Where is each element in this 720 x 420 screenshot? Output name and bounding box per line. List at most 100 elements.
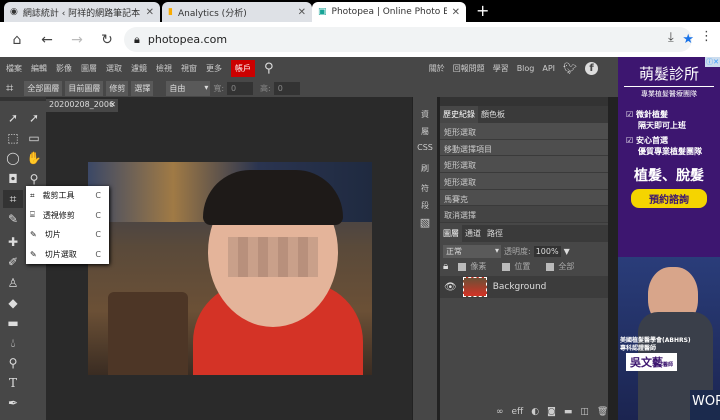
brush-icon[interactable]: ✐ [3,253,23,271]
path-select-icon[interactable]: ➚ [24,109,44,127]
flyout-slice-select[interactable]: ✎ 切片選取 C [26,245,109,265]
panel-paragraph[interactable]: 段 [413,200,437,211]
flyout-crop-tool[interactable]: ⌗ 裁剪工具 C [26,186,109,206]
crop-tool-icon[interactable]: ⌗ [3,190,23,208]
clone-stamp-icon[interactable]: ♙ [3,274,23,292]
dodge-icon[interactable]: ⚲ [3,354,23,372]
lasso-tool-icon[interactable]: ◯ [3,149,23,167]
eraser-icon[interactable]: ◆ [3,294,23,312]
flyout-perspective-crop[interactable]: ⌸ 透視修剪 C [26,206,109,226]
mask-icon[interactable]: ◙ [547,407,556,417]
history-item[interactable]: 矩形選取 [440,123,608,140]
type-tool-icon[interactable]: T [3,374,23,392]
history-item[interactable]: 矩形選取 [440,173,608,190]
close-icon[interactable]: ✕ [452,7,460,18]
pen-tool-icon[interactable]: ✒ [3,394,23,412]
home-icon[interactable]: ⌂ [2,32,32,48]
marquee-tool-icon[interactable]: ⬚ [3,129,23,147]
browser-tab[interactable]: ◉ 網誌統計 ‹ 阿祥的網路筆記本 - ✕ [4,2,160,22]
menu-window[interactable]: 視窗 [181,63,197,74]
close-icon[interactable]: ✕ [109,100,116,109]
select-button[interactable]: 選擇 [131,80,154,96]
ratio-select[interactable]: 自由 ▾ [166,80,211,96]
browser-tab[interactable]: ▮ Analytics (分析) ✕ [162,2,312,22]
panel-character[interactable]: 符 [413,183,437,194]
link-icon[interactable]: ∞ [496,407,504,417]
eyedropper-icon[interactable]: ✎ [3,210,23,228]
healing-brush-icon[interactable]: ✚ [3,233,23,251]
menu-view[interactable]: 檢視 [156,63,172,74]
document-tab[interactable]: 20200208_2006 ✕ [46,99,118,112]
tab-history[interactable]: 歷史紀錄 [440,106,478,123]
reload-icon[interactable]: ↻ [92,32,122,48]
eye-icon[interactable]: 👁︎ [444,282,457,293]
advertisement[interactable]: 萌髮診所 專業植髮醫療團隊 ☑ 微針植髮 隔天即可上班 ☑ 安心首選 優質專業植… [618,57,720,420]
opacity-input[interactable]: 100% [533,246,561,258]
current-layer-button[interactable]: 目前圖層 [65,80,104,96]
star-icon[interactable]: ★ [682,32,694,47]
menu-about[interactable]: 關於 [429,63,445,74]
gradient-icon[interactable]: ▬ [3,314,23,332]
forward-icon[interactable]: → [62,32,92,48]
effects-button[interactable]: eff [512,407,524,417]
menu-report[interactable]: 回報問題 [453,63,485,74]
lock-pixels-checkbox[interactable] [458,262,467,271]
lock-all-checkbox[interactable] [546,262,555,271]
twitter-icon[interactable]: 🐦︎ [563,62,577,75]
trim-button[interactable]: 修剪 [106,80,129,96]
adjustment-icon[interactable]: ◐ [531,407,539,417]
account-button[interactable]: 帳戶 [231,59,255,77]
menu-image[interactable]: 影像 [56,63,72,74]
search-icon[interactable]: ⚲ [264,61,274,76]
move-tool-icon[interactable]: ➚ [3,109,23,127]
panel-brush[interactable]: 刷 [413,163,437,174]
menu-learn[interactable]: 學習 [493,63,509,74]
triangle-down-icon[interactable]: ▼ [564,247,570,256]
close-icon[interactable]: ✕ [146,7,154,18]
rectangle-tool-icon[interactable]: ▭ [24,129,44,147]
tab-channels[interactable]: 通道 [462,225,484,243]
trash-icon[interactable]: 🗑︎ [597,407,608,417]
image-icon[interactable]: ▧ [413,216,437,229]
menu-filter[interactable]: 濾鏡 [131,63,147,74]
url-field[interactable]: 🔒︎ photopea.com ★ [124,27,694,52]
menu-api[interactable]: API [542,64,555,73]
panel-info[interactable]: 資 [413,109,437,120]
ad-cta-button[interactable]: 預約諮詢 [631,189,707,208]
hand-tool-icon[interactable]: ✋ [24,149,44,167]
history-item[interactable]: 矩形選取 [440,156,608,174]
menu-edit[interactable]: 編輯 [31,63,47,74]
back-icon[interactable]: ← [32,32,62,48]
width-input[interactable]: 0 [227,81,254,95]
blur-icon[interactable]: 💧︎ [3,334,23,352]
download-icon[interactable]: ⤓ [668,30,674,45]
history-item[interactable]: 移動選擇項目 [440,139,608,157]
browser-tab-active[interactable]: ▣ Photopea | Online Photo Edi ✕ [312,2,466,22]
menu-more[interactable]: 更多 [206,63,222,74]
menu-blog[interactable]: Blog [517,64,535,73]
new-tab-button[interactable]: + [476,1,489,20]
folder-icon[interactable]: ▬ [564,407,573,417]
panel-properties[interactable]: 屬 [413,126,437,137]
facebook-icon[interactable]: f [585,61,598,75]
quick-select-icon[interactable]: ◘ [3,170,23,188]
flyout-slice[interactable]: ✎ 切片 C [26,225,109,245]
history-item[interactable]: 馬賽克 [440,189,608,207]
lock-position-checkbox[interactable] [502,262,511,271]
menu-select[interactable]: 選取 [106,63,122,74]
close-icon[interactable]: ✕ [298,7,306,18]
tab-paths[interactable]: 路徑 [484,225,506,243]
more-icon[interactable]: ⋮ [700,29,713,44]
menu-layer[interactable]: 圖層 [81,63,97,74]
blend-mode-select[interactable]: 正常 ▾ [443,245,501,259]
new-layer-icon[interactable]: ◫ [580,407,589,417]
menu-file[interactable]: 檔案 [6,63,22,74]
tab-layers[interactable]: 圖層 [440,225,462,243]
document-image[interactable] [88,162,372,375]
ad-close-icon[interactable]: ⓘ✕ [705,57,720,67]
panel-css[interactable]: CSS [413,143,437,152]
all-layers-button[interactable]: 全部圖層 [24,80,63,96]
height-input[interactable]: 0 [273,81,300,95]
layer-row[interactable]: 👁︎ Background [440,276,608,299]
tab-swatches[interactable]: 顏色板 [478,106,508,123]
